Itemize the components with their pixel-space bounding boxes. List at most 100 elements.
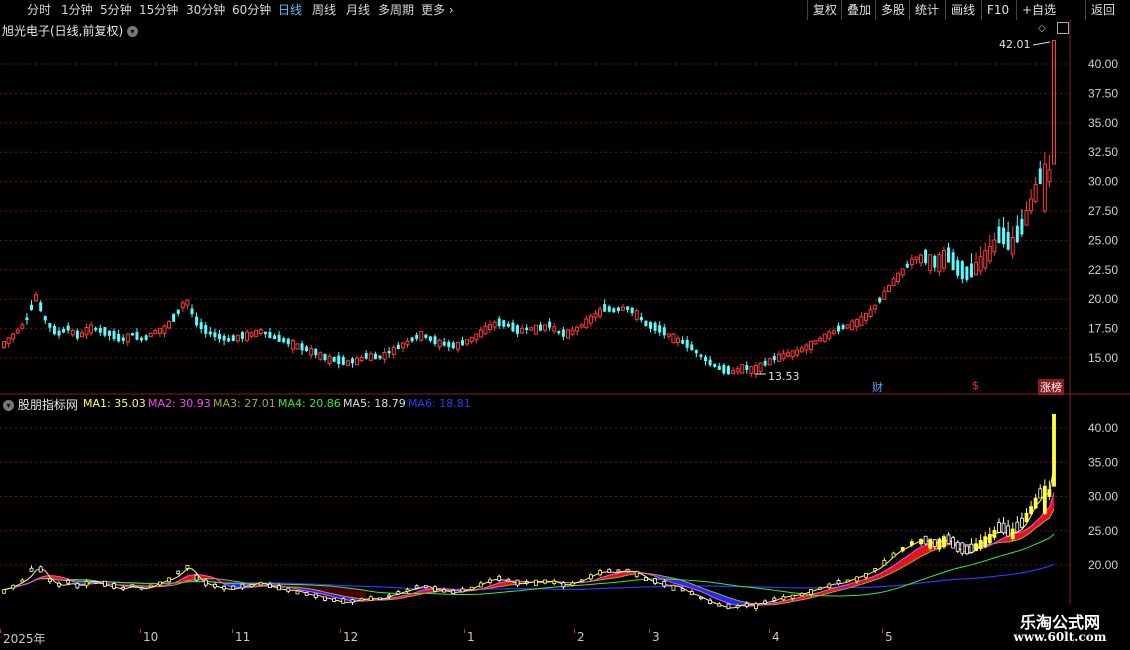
period-tab-2[interactable]: 5分钟: [100, 0, 132, 20]
sub-candle-body: [11, 584, 16, 589]
sub-candle-body: [203, 579, 208, 586]
candle-body: [676, 337, 681, 343]
candle-body: [345, 360, 350, 366]
sub-candle-body: [1015, 521, 1020, 533]
candle-body: [125, 333, 130, 343]
sub-candle-body: [607, 568, 612, 573]
sub-candle-body: [524, 581, 529, 584]
chevron-down-icon[interactable]: ▾: [127, 26, 139, 37]
candle-body: [300, 343, 304, 351]
candle-body: [195, 316, 199, 326]
lower-band-segment: [361, 589, 367, 600]
toolbar-action-3[interactable]: 统计: [909, 0, 944, 20]
sub-candle-body: [167, 577, 171, 583]
period-tab-6[interactable]: 日线: [278, 0, 302, 20]
sub-y-tick-label: 40.00: [1088, 421, 1118, 435]
period-tab-0[interactable]: 分时: [27, 0, 51, 20]
candle-body: [98, 327, 102, 333]
finance-tag[interactable]: 财: [872, 379, 883, 395]
candle-body: [978, 256, 983, 272]
toolbar-action-4[interactable]: 画线: [945, 0, 980, 20]
candle-body: [30, 304, 34, 310]
sub-candle-body: [997, 522, 1001, 533]
sub-candle-body: [1010, 528, 1015, 540]
sub-candle-body: [2, 589, 6, 594]
candle-body: [204, 325, 208, 334]
toolbar-action-1[interactable]: 叠加: [841, 0, 876, 20]
stock-title[interactable]: 旭光电子(日线,前复权) ▾: [2, 22, 139, 39]
candle-body: [273, 335, 277, 340]
candle-body: [570, 329, 575, 335]
sub-candle-body: [387, 594, 392, 597]
y-tick-label: 27.50: [1088, 204, 1118, 218]
diamond-icon[interactable]: ◇: [1038, 23, 1046, 34]
date-tick: [464, 629, 465, 633]
candle-body: [497, 318, 501, 327]
sub-candle-body: [20, 579, 25, 583]
period-tab-4[interactable]: 30分钟: [186, 0, 225, 20]
period-tab-1[interactable]: 1分钟: [61, 0, 93, 20]
candle-body: [713, 363, 717, 367]
sub-candle-body: [121, 586, 126, 590]
sub-candle-body: [341, 598, 346, 604]
y-tick-label: 25.00: [1088, 233, 1118, 247]
period-tab-9[interactable]: 多周期: [378, 0, 414, 20]
lower-band-segment: [352, 588, 358, 599]
candle-body: [681, 340, 685, 344]
candle-body: [34, 294, 39, 302]
sub-candle-body: [781, 596, 786, 601]
sub-candle-body: [66, 579, 71, 584]
candle-body: [428, 336, 432, 341]
y-tick-label: 17.50: [1088, 322, 1118, 336]
candle-body: [286, 338, 290, 345]
sub-candle-body: [909, 541, 914, 546]
limit-up-tag[interactable]: 涨榜: [1038, 379, 1064, 395]
sub-candle-body: [102, 580, 107, 587]
toolbar-action-0[interactable]: 复权: [807, 0, 842, 20]
toolbar-action-7[interactable]: 返回: [1085, 0, 1120, 20]
window-icon[interactable]: [1057, 22, 1069, 34]
candle-body: [831, 330, 836, 334]
sub-candle-body: [827, 583, 832, 589]
candle-body: [731, 370, 736, 375]
candle-body: [153, 330, 158, 334]
sub-candle-body: [744, 602, 749, 607]
candle-body: [144, 335, 148, 340]
toolbar-action-5[interactable]: F10: [981, 0, 1014, 20]
candle-body: [616, 307, 620, 312]
candle-body: [813, 340, 818, 345]
period-tab-3[interactable]: 15分钟: [139, 0, 178, 20]
candle-body: [52, 325, 56, 335]
candle-body: [790, 350, 795, 358]
sub-candle-body: [1001, 522, 1006, 534]
period-tab-8[interactable]: 月线: [346, 0, 370, 20]
indicator-chart[interactable]: 20.00 25.00 30.00 35.00 40.00: [0, 395, 1130, 629]
candle-body: [488, 324, 493, 330]
candle-body: [649, 322, 653, 329]
indicator-title[interactable]: ▾ 股朋指标网: [3, 396, 78, 413]
candle-body: [905, 263, 909, 268]
date-label-5: 2: [577, 630, 585, 644]
chevron-down-icon[interactable]: ▾: [3, 400, 14, 411]
dollar-tag[interactable]: $: [972, 379, 979, 392]
low-price-label: 13.53: [768, 370, 800, 383]
toolbar-action-6[interactable]: +自选: [1016, 0, 1061, 20]
candle-body: [107, 330, 111, 336]
period-tab-5[interactable]: 60分钟: [232, 0, 271, 20]
candle-body: [947, 247, 951, 263]
date-tick: [232, 629, 233, 633]
sub-candle-body: [653, 578, 657, 584]
high-price-label: 42.01: [999, 38, 1031, 51]
candle-body: [6, 337, 11, 344]
sub-candle-body: [396, 591, 401, 595]
sub-candle-body: [735, 605, 740, 608]
period-tab-7[interactable]: 周线: [312, 0, 336, 20]
toolbar-action-2[interactable]: 多股: [875, 0, 910, 20]
y-tick-label: 40.00: [1088, 57, 1118, 71]
candle-body: [1006, 232, 1010, 250]
sub-candle-body: [992, 530, 997, 538]
period-tab-10[interactable]: 更多 ›: [421, 0, 454, 20]
sub-candle-body: [258, 582, 263, 586]
candle-body: [400, 342, 405, 349]
candlestick-chart[interactable]: 15.00 17.50 20.00 22.50 25.00 27.50 30.00 32.50…: [0, 20, 1130, 395]
